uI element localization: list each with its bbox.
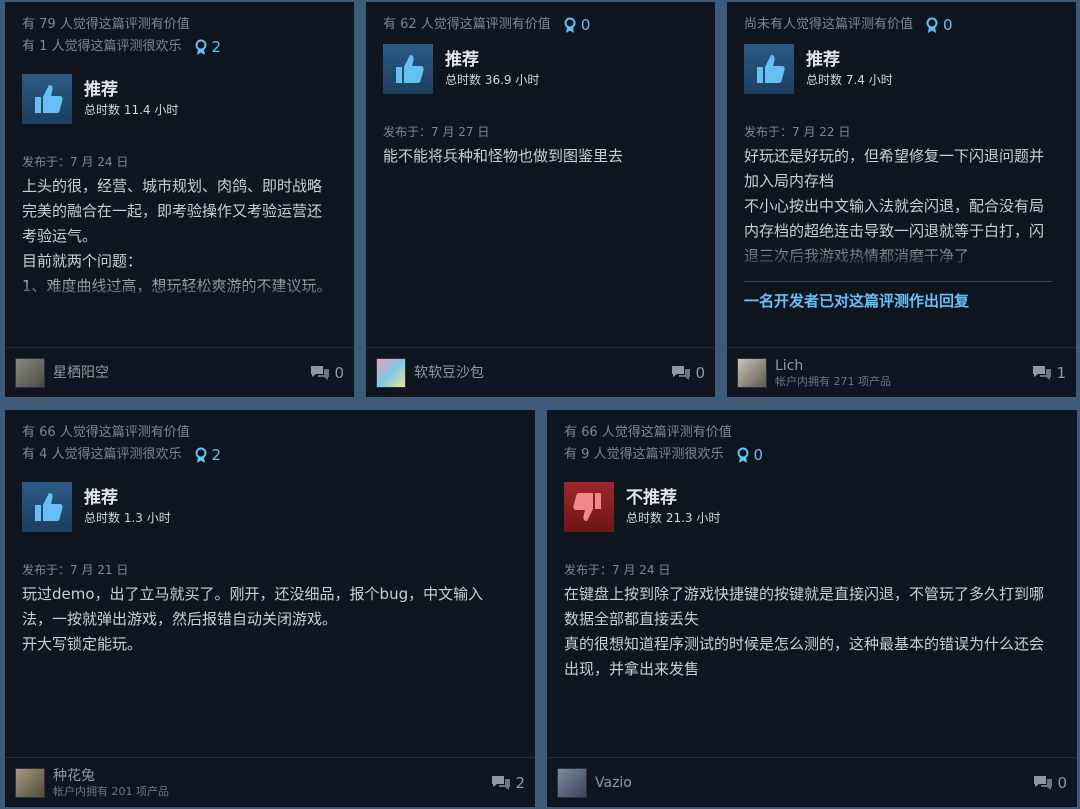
review-verdict[interactable]: 推荐 总时数 7.4 小时 xyxy=(744,44,1064,94)
review-body[interactable]: 玩过demo，出了立马就买了。刚开，还没细品，报个bug，中文输入法，一按就弹出… xyxy=(22,582,523,657)
review-verdict[interactable]: 不推荐 总时数 21.3 小时 xyxy=(564,482,1065,532)
review-body[interactable]: 好玩还是好玩的，但希望修复一下闪退问题并加入局内存档 不小心按出中文输入法就会闪… xyxy=(744,144,1064,269)
review-paragraph: 开大写锁定能玩。 xyxy=(22,635,143,653)
thumbs-up-icon xyxy=(22,482,72,532)
award-count: 0 xyxy=(580,16,591,34)
avatar[interactable] xyxy=(15,767,45,798)
review-paragraph: 上头的很，经营、城市规划、肉鸽、即时战略完美的融合在一起，即考验操作又考验运营还… xyxy=(22,177,323,245)
avatar[interactable] xyxy=(737,357,767,388)
helpful-count: 有 79 人觉得这篇评测有价值 xyxy=(22,17,190,32)
helpful-count: 有 66 人觉得这篇评测有价值 xyxy=(22,425,190,440)
comments-button[interactable]: 0 xyxy=(671,364,705,382)
hours-played: 总时数 7.4 小时 xyxy=(806,73,893,87)
review-verdict[interactable]: 推荐 总时数 11.4 小时 xyxy=(22,74,342,124)
comments-button[interactable]: 0 xyxy=(310,364,344,382)
avatar[interactable] xyxy=(15,357,45,388)
award-button[interactable]: 2 xyxy=(194,446,222,464)
comments-button[interactable]: 1 xyxy=(1032,364,1066,382)
award-button[interactable]: 0 xyxy=(563,16,591,34)
review-paragraph: 目前就两个问题： xyxy=(22,252,143,270)
review-verdict[interactable]: 推荐 总时数 36.9 小时 xyxy=(383,44,703,94)
review-body[interactable]: 在键盘上按到除了游戏快捷键的按键就是直接闪退，不管玩了多久打到哪数据全部都直接丢… xyxy=(564,582,1065,682)
posted-date: 发布于：7 月 24 日 xyxy=(564,563,671,577)
funny-count: 有 1 人觉得这篇评测很欢乐 xyxy=(22,39,182,54)
review-body[interactable]: 能不能将兵种和怪物也做到图鉴里去 xyxy=(383,144,703,169)
posted-date: 发布于：7 月 27 日 xyxy=(383,125,490,139)
comment-count: 1 xyxy=(1056,363,1066,382)
reviewer-name[interactable]: 星栖阳空 xyxy=(53,364,310,382)
review-card: 有 66 人觉得这篇评测有价值 有 4 人觉得这篇评测很欢乐 2 推荐 总时数 … xyxy=(5,410,535,807)
review-card: 有 66 人觉得这篇评测有价值 有 9 人觉得这篇评测很欢乐 0 不推荐 总时数… xyxy=(547,410,1077,807)
review-body[interactable]: 上头的很，经营、城市规划、肉鸽、即时战略完美的融合在一起，即考验操作又考验运营还… xyxy=(22,174,342,304)
verdict-label: 不推荐 xyxy=(626,488,677,508)
review-verdict[interactable]: 推荐 总时数 1.3 小时 xyxy=(22,482,523,532)
comment-count: 2 xyxy=(515,773,525,792)
reviewer-name[interactable]: 种花兔 xyxy=(53,767,491,785)
reviewer-name[interactable]: 软软豆沙包 xyxy=(414,364,671,382)
verdict-label: 推荐 xyxy=(84,488,118,508)
posted-date: 发布于：7 月 24 日 xyxy=(22,155,129,169)
posted-date: 发布于：7 月 21 日 xyxy=(22,563,129,577)
review-paragraph: 1、难度曲线过高，想玩轻松爽游的不建议玩。 xyxy=(22,277,332,295)
award-icon xyxy=(195,447,207,463)
funny-count: 有 9 人觉得这篇评测很欢乐 xyxy=(564,447,724,462)
comments-button[interactable]: 2 xyxy=(491,774,525,792)
review-card: 有 62 人觉得这篇评测有价值 0 推荐 总时数 36.9 小时 发布于：7 月… xyxy=(366,2,715,397)
developer-reply-link[interactable]: 一名开发者已对这篇评测作出回复 xyxy=(744,281,1052,311)
helpful-count: 有 62 人觉得这篇评测有价值 xyxy=(383,17,551,32)
award-count: 0 xyxy=(943,16,953,34)
award-button[interactable]: 0 xyxy=(925,16,953,34)
thumbs-up-icon xyxy=(383,44,433,94)
review-card: 有 79 人觉得这篇评测有价值 有 1 人觉得这篇评测很欢乐 2 推荐 总时数 … xyxy=(5,2,354,397)
award-icon xyxy=(737,447,749,463)
hours-played: 总时数 36.9 小时 xyxy=(445,73,540,87)
award-button[interactable]: 2 xyxy=(194,38,222,56)
thumbs-up-icon xyxy=(22,74,72,124)
comment-icon xyxy=(1033,365,1052,380)
award-icon xyxy=(564,17,576,33)
comment-icon xyxy=(492,775,511,790)
verdict-label: 推荐 xyxy=(445,50,479,70)
review-paragraph: 能不能将兵种和怪物也做到图鉴里去 xyxy=(383,147,624,165)
comment-icon xyxy=(1034,775,1053,790)
hours-played: 总时数 11.4 小时 xyxy=(84,103,179,117)
comment-count: 0 xyxy=(695,363,705,382)
review-paragraph: 玩过demo，出了立马就买了。刚开，还没细品，报个bug，中文输入法，一按就弹出… xyxy=(22,585,484,628)
comment-icon xyxy=(311,365,330,380)
avatar[interactable] xyxy=(376,357,406,388)
comment-count: 0 xyxy=(334,363,344,382)
award-button[interactable]: 0 xyxy=(736,446,764,464)
comment-icon xyxy=(672,365,691,380)
helpful-count: 有 66 人觉得这篇评测有价值 xyxy=(564,425,732,440)
products-owned: 帐户内拥有 271 项产品 xyxy=(775,374,891,388)
verdict-label: 推荐 xyxy=(806,50,840,70)
award-count: 2 xyxy=(211,446,222,464)
verdict-label: 推荐 xyxy=(84,80,118,100)
helpful-count: 尚未有人觉得这篇评测有价值 xyxy=(744,17,914,32)
products-owned: 帐户内拥有 201 项产品 xyxy=(53,784,169,798)
hours-played: 总时数 21.3 小时 xyxy=(626,511,721,525)
award-icon xyxy=(195,39,207,55)
thumbs-down-icon xyxy=(564,482,614,532)
award-icon xyxy=(926,17,938,33)
review-card: 尚未有人觉得这篇评测有价值 0 推荐 总时数 7.4 小时 发布于：7 月 22… xyxy=(727,2,1076,397)
review-paragraph: 不小心按出中文输入法就会闪退，配合没有局内存档的超绝连击导致一闪退就等于白打，闪… xyxy=(744,197,1045,265)
posted-date: 发布于：7 月 22 日 xyxy=(744,125,851,139)
comments-button[interactable]: 0 xyxy=(1033,774,1067,792)
hours-played: 总时数 1.3 小时 xyxy=(84,511,171,525)
avatar[interactable] xyxy=(557,767,587,798)
comment-count: 0 xyxy=(1057,773,1067,792)
review-paragraph: 在键盘上按到除了游戏快捷键的按键就是直接闪退，不管玩了多久打到哪数据全部都直接丢… xyxy=(564,585,1045,628)
review-paragraph: 好玩还是好玩的，但希望修复一下闪退问题并加入局内存档 xyxy=(744,147,1045,190)
funny-count: 有 4 人觉得这篇评测很欢乐 xyxy=(22,447,182,462)
reviewer-name[interactable]: Lich xyxy=(775,357,1032,375)
review-paragraph: 真的很想知道程序测试的时候是怎么测的，这种最基本的错误为什么还会出现，并拿出来发… xyxy=(564,635,1045,678)
reviewer-name[interactable]: Vazio xyxy=(595,774,1033,792)
award-count: 2 xyxy=(211,38,222,56)
thumbs-up-icon xyxy=(744,44,794,94)
award-count: 0 xyxy=(753,446,764,464)
